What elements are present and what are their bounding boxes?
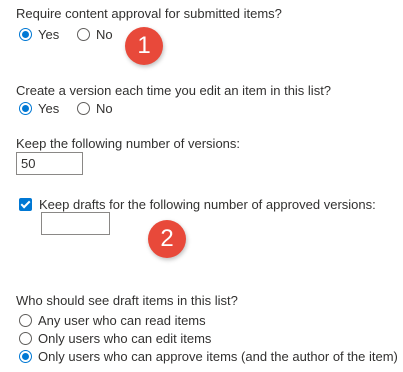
draft-visibility-editors-radio-indicator[interactable] — [19, 332, 32, 345]
draft-visibility-any-reader-label: Any user who can read items — [38, 313, 206, 328]
approval-no-label: No — [96, 27, 113, 42]
draft-visibility-editors-label: Only users who can edit items — [38, 331, 212, 346]
versioning-yes-label: Yes — [38, 101, 60, 116]
draft-limit-checkbox-indicator[interactable] — [19, 198, 32, 211]
draft-visibility-any-reader-radio-indicator[interactable] — [19, 314, 32, 327]
versioning-yes-radio-indicator[interactable] — [19, 102, 32, 115]
draft-limit-input[interactable] — [41, 212, 110, 235]
approval-no-radio-indicator[interactable] — [77, 28, 90, 41]
draft-visibility-editors-radio[interactable]: Only users who can edit items — [19, 331, 211, 346]
approval-yes-radio-indicator[interactable] — [19, 28, 32, 41]
approval-yes-label: Yes — [38, 27, 60, 42]
versioning-no-label: No — [96, 101, 113, 116]
versioning-no-radio-indicator[interactable] — [77, 102, 90, 115]
step-2-badge: 2 — [148, 220, 186, 258]
step-1-badge: 1 — [125, 27, 163, 65]
draft-visibility-question: Who should see draft items in this list? — [16, 293, 238, 308]
approval-yes-radio[interactable]: Yes — [19, 27, 59, 42]
draft-limit-checkbox-label: Keep drafts for the following number of … — [39, 197, 376, 212]
draft-visibility-any-reader-radio[interactable]: Any user who can read items — [19, 313, 206, 328]
draft-visibility-approvers-radio-indicator[interactable] — [19, 350, 32, 363]
versioning-question: Create a version each time you edit an i… — [16, 83, 332, 98]
versioning-no-radio[interactable]: No — [77, 101, 113, 116]
version-limit-input[interactable] — [16, 152, 83, 175]
draft-limit-checkbox[interactable]: Keep drafts for the following number of … — [19, 197, 376, 212]
draft-visibility-approvers-label: Only users who can approve items (and th… — [38, 349, 398, 364]
versioning-yes-radio[interactable]: Yes — [19, 101, 59, 116]
draft-visibility-approvers-radio[interactable]: Only users who can approve items (and th… — [19, 349, 398, 364]
approval-question: Require content approval for submitted i… — [16, 6, 282, 21]
approval-no-radio[interactable]: No — [77, 27, 113, 42]
version-limit-label: Keep the following number of versions: — [16, 136, 241, 151]
